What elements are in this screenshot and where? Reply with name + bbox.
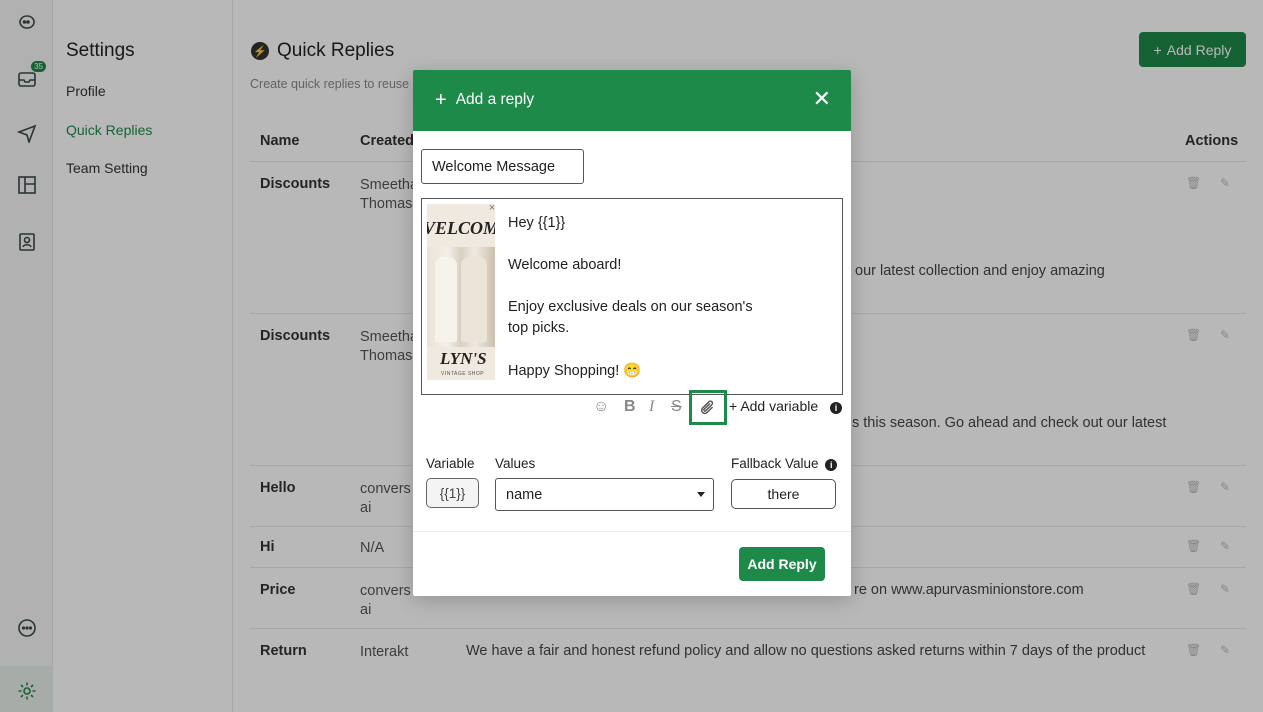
italic-icon[interactable]: I	[649, 398, 654, 416]
message-line: Welcome aboard!	[508, 257, 622, 273]
add-reply-submit-button[interactable]: Add Reply	[739, 547, 825, 581]
attached-image: VELCOM LYN'S VINTAGE SHOP	[427, 204, 495, 380]
attachment-button[interactable]	[689, 390, 727, 425]
remove-image-icon[interactable]: ×	[486, 203, 498, 215]
reply-name-input[interactable]	[421, 149, 584, 184]
paperclip-icon	[700, 399, 714, 414]
plus-icon: +	[435, 89, 447, 111]
info-icon[interactable]: i	[830, 402, 843, 414]
fallback-label: Fallback Value i	[731, 456, 838, 471]
chevron-down-icon	[697, 492, 705, 497]
message-line: Hey {{1}}	[508, 215, 566, 231]
plus-icon: +	[729, 398, 738, 414]
values-selected: name	[506, 486, 543, 503]
add-variable-label: Add variable	[740, 398, 819, 414]
message-line: Enjoy exclusive deals on our season's	[508, 299, 753, 315]
message-line: Happy Shopping! 😁	[508, 363, 642, 379]
values-label: Values	[495, 456, 536, 471]
emoji-icon[interactable]: ☺	[593, 398, 609, 416]
bold-icon[interactable]: B	[624, 398, 636, 416]
clothing-rack-image	[427, 247, 495, 347]
modal-title: + Add a reply	[435, 89, 535, 111]
add-variable-button[interactable]: + Add variable i	[729, 398, 843, 414]
image-brand: LYN'S	[440, 349, 487, 368]
image-headline: VELCOM	[427, 218, 495, 238]
message-line: top picks.	[508, 320, 570, 336]
close-icon[interactable]: ✕	[813, 88, 831, 110]
modal-divider	[413, 531, 851, 532]
message-editor[interactable]: VELCOM LYN'S VINTAGE SHOP × Hey {{1}} We…	[421, 198, 843, 395]
modal-header: + Add a reply ✕	[413, 70, 851, 131]
fallback-label-text: Fallback Value	[731, 456, 819, 471]
editor-toolbar: ☺ B I S + Add variable i	[589, 390, 845, 425]
variable-label: Variable	[426, 456, 475, 471]
variable-chip: {{1}}	[426, 478, 479, 508]
image-tagline: VINTAGE SHOP	[441, 371, 485, 377]
modal-title-text: Add a reply	[455, 91, 535, 108]
fallback-value-input[interactable]: there	[731, 479, 836, 509]
add-reply-modal: + Add a reply ✕ VELCOM LYN'S VINTAGE SHO…	[413, 70, 851, 596]
strikethrough-icon[interactable]: S	[671, 398, 682, 416]
info-icon[interactable]: i	[825, 459, 838, 471]
values-select[interactable]: name	[495, 478, 714, 511]
